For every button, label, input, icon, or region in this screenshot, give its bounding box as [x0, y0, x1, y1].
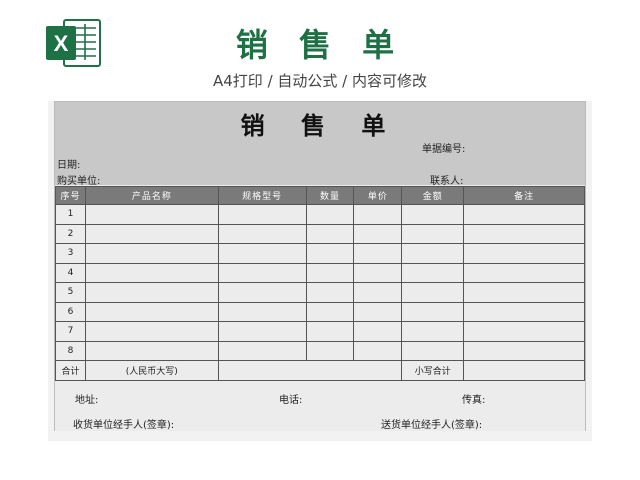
row-number: 7	[55, 321, 86, 342]
cell[interactable]	[463, 282, 585, 303]
column-header: 规格型号	[217, 186, 307, 205]
cell[interactable]	[401, 321, 465, 342]
cell[interactable]	[217, 223, 307, 244]
cell[interactable]	[217, 301, 307, 322]
sales-form-sheet: 销 售 单 单据编号: 日期: 购买单位: 联系人: 序号 产品名称 规格型号 …	[54, 101, 586, 431]
table-row: 5	[55, 282, 585, 303]
header-banner: X 销 售 单 A4打印 / 自动公式 / 内容可修改	[0, 0, 640, 100]
form-title: 销 售 单	[240, 111, 400, 140]
column-header: 金额	[401, 186, 465, 205]
table-header-row: 序号 产品名称 规格型号 数量 单价 金额 备注	[55, 186, 585, 205]
cell[interactable]	[401, 340, 465, 361]
cell[interactable]	[353, 321, 403, 342]
cell[interactable]	[463, 204, 585, 225]
table-row: 6	[55, 301, 585, 322]
table-row: 7	[55, 321, 585, 342]
row-number: 4	[55, 262, 86, 283]
contact-label: 联系人:	[430, 176, 464, 187]
cell[interactable]	[353, 301, 403, 322]
cell[interactable]	[401, 262, 465, 283]
cell[interactable]	[84, 262, 219, 283]
cell[interactable]	[353, 243, 403, 264]
page-title: 销 售 单	[235, 26, 405, 64]
subtotal-cell[interactable]	[463, 360, 585, 381]
subtotal-label: 小写合计	[401, 360, 465, 381]
cell[interactable]	[401, 282, 465, 303]
cell[interactable]	[305, 243, 355, 264]
cell[interactable]	[84, 301, 219, 322]
cell[interactable]	[217, 262, 307, 283]
total-amount-cell[interactable]	[217, 360, 403, 381]
column-header: 序号	[55, 186, 86, 205]
cell[interactable]	[353, 262, 403, 283]
items-table: 序号 产品名称 规格型号 数量 单价 金额 备注 1 2 3 4 5 6 7 8…	[55, 186, 585, 381]
doc-no-label: 单据编号:	[422, 144, 466, 155]
cell[interactable]	[84, 321, 219, 342]
rmb-label: (人民币大写)	[84, 360, 219, 381]
address-label: 地址:	[75, 395, 99, 406]
buyer-label: 购买单位:	[57, 176, 101, 187]
page-subtitle: A4打印 / 自动公式 / 内容可修改	[213, 72, 427, 90]
cell[interactable]	[305, 301, 355, 322]
cell[interactable]	[401, 223, 465, 244]
date-label: 日期:	[57, 160, 81, 171]
row-number: 8	[55, 340, 86, 361]
cell[interactable]	[463, 321, 585, 342]
row-number: 1	[55, 204, 86, 225]
cell[interactable]	[217, 321, 307, 342]
cell[interactable]	[353, 204, 403, 225]
cell[interactable]	[463, 262, 585, 283]
row-number: 5	[55, 282, 86, 303]
table-row: 3	[55, 243, 585, 264]
cell[interactable]	[305, 282, 355, 303]
cell[interactable]	[217, 282, 307, 303]
column-header: 单价	[353, 186, 403, 205]
form-header: 销 售 单 单据编号: 日期: 购买单位: 联系人:	[55, 102, 585, 187]
cell[interactable]	[84, 282, 219, 303]
sender-signature-label: 送货单位经手人(签章):	[381, 420, 483, 431]
column-header: 备注	[463, 186, 585, 205]
row-number: 2	[55, 223, 86, 244]
cell[interactable]	[305, 223, 355, 244]
table-row: 1	[55, 204, 585, 225]
cell[interactable]	[463, 223, 585, 244]
cell[interactable]	[84, 204, 219, 225]
total-label: 合计	[55, 360, 86, 381]
receiver-signature-label: 收货单位经手人(签章):	[73, 420, 175, 431]
cell[interactable]	[217, 204, 307, 225]
row-number: 6	[55, 301, 86, 322]
cell[interactable]	[353, 340, 403, 361]
cell[interactable]	[84, 243, 219, 264]
cell[interactable]	[401, 204, 465, 225]
cell[interactable]	[305, 204, 355, 225]
cell[interactable]	[463, 340, 585, 361]
total-row: 合计 (人民币大写) 小写合计	[55, 360, 585, 381]
cell[interactable]	[305, 262, 355, 283]
column-header: 产品名称	[84, 186, 219, 205]
form-footer: 地址: 电话: 传真: 收货单位经手人(签章): 送货单位经手人(签章):	[55, 383, 585, 431]
cell[interactable]	[353, 282, 403, 303]
cell[interactable]	[401, 301, 465, 322]
table-row: 8	[55, 340, 585, 361]
cell[interactable]	[463, 301, 585, 322]
cell[interactable]	[84, 223, 219, 244]
cell[interactable]	[84, 340, 219, 361]
cell[interactable]	[401, 243, 465, 264]
cell[interactable]	[217, 340, 307, 361]
table-row: 4	[55, 262, 585, 283]
column-header: 数量	[305, 186, 355, 205]
table-row: 2	[55, 223, 585, 244]
cell[interactable]	[463, 243, 585, 264]
cell[interactable]	[305, 321, 355, 342]
fax-label: 传真:	[462, 395, 486, 406]
cell[interactable]	[305, 340, 355, 361]
phone-label: 电话:	[279, 395, 303, 406]
cell[interactable]	[217, 243, 307, 264]
cell[interactable]	[353, 223, 403, 244]
row-number: 3	[55, 243, 86, 264]
